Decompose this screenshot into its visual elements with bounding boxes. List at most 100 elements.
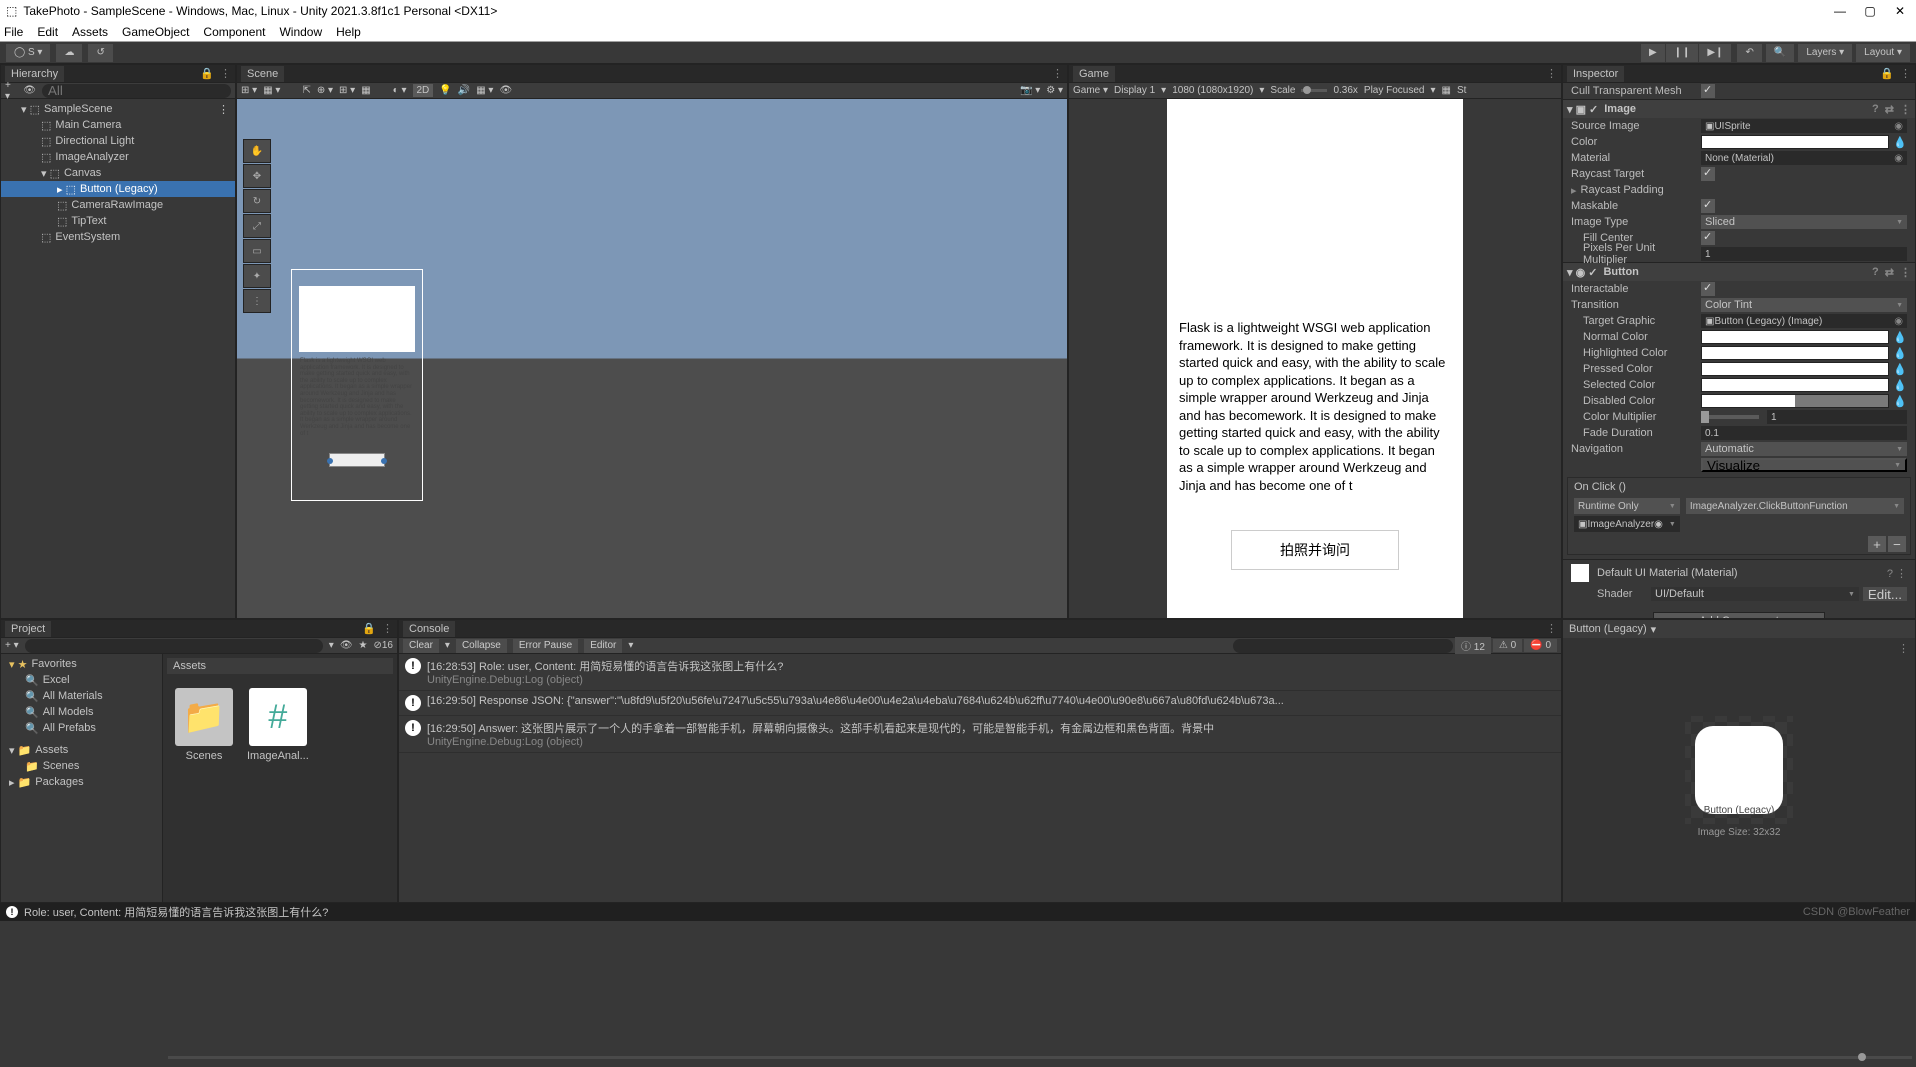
game-button[interactable]: 拍照并询问	[1231, 530, 1399, 570]
hierarchy-item[interactable]: ⬚Main Camera	[1, 117, 235, 133]
button-component-header[interactable]: ▾ ◉ ✓Button?⇄⋮	[1563, 263, 1915, 281]
play-focused[interactable]: Play Focused	[1364, 85, 1425, 96]
scene-tool[interactable]: 🔊	[458, 85, 470, 96]
runtime-dropdown[interactable]: Runtime Only	[1574, 498, 1680, 514]
disabled-color[interactable]	[1701, 394, 1889, 408]
target-graphic-field[interactable]: ▣ Button (Legacy) (Image)	[1701, 314, 1907, 328]
menu-file[interactable]: File	[4, 25, 23, 39]
selected-color[interactable]	[1701, 378, 1889, 392]
inspector-tab[interactable]: Inspector	[1567, 66, 1624, 82]
add-component-button[interactable]: Add Component	[1653, 612, 1825, 618]
color-multiplier-field[interactable]	[1767, 410, 1907, 424]
folder-item[interactable]: 📁 Scenes	[3, 758, 160, 774]
remove-event-button[interactable]: −	[1888, 536, 1906, 552]
help-icon[interactable]: ?	[1872, 103, 1879, 116]
favorite-item[interactable]: 🔍 All Materials	[3, 688, 160, 704]
fillcenter-checkbox[interactable]	[1701, 231, 1715, 245]
preview-header[interactable]: Button (Legacy)	[1563, 620, 1915, 638]
context-icon[interactable]: ⋮	[1898, 642, 1909, 655]
transform-tool[interactable]: ✦	[243, 264, 271, 288]
collapse-button[interactable]: Collapse	[456, 639, 507, 653]
help-icon[interactable]: ?	[1872, 266, 1879, 279]
game-tool[interactable]: ▦	[1442, 85, 1451, 96]
eyedropper-icon[interactable]: 💧	[1893, 331, 1907, 344]
info-count[interactable]: ⓘ 12	[1455, 637, 1491, 654]
menu-edit[interactable]: Edit	[37, 25, 58, 39]
2d-toggle[interactable]: 2D	[413, 84, 434, 97]
assets-folder[interactable]: ▾ 📁 Assets	[3, 742, 160, 758]
context-icon[interactable]: ⋮	[1900, 266, 1911, 279]
navigation-dropdown[interactable]: Automatic	[1701, 442, 1907, 456]
error-count[interactable]: ⛔ 0	[1524, 639, 1557, 652]
interactable-checkbox[interactable]	[1701, 282, 1715, 296]
gizmos-tool[interactable]: ⚙ ▾	[1046, 85, 1063, 96]
context-icon[interactable]: ⋮	[1546, 67, 1557, 80]
button-gizmo[interactable]	[329, 453, 385, 467]
log-row[interactable]: ![16:29:50] Response JSON: {"answer":"\u…	[399, 691, 1561, 716]
eyedropper-icon[interactable]: 💧	[1893, 379, 1907, 392]
pivot-tool[interactable]: ⊕ ▾	[317, 85, 333, 96]
scale-tool[interactable]: ⤢	[243, 214, 271, 238]
custom-tool[interactable]: ⋮	[243, 289, 271, 313]
search-icon[interactable]: 🔍	[1766, 44, 1794, 62]
menu-gameobject[interactable]: GameObject	[122, 25, 189, 39]
hierarchy-item[interactable]: ⬚CameraRawImage	[1, 197, 235, 213]
transition-dropdown[interactable]: Color Tint	[1701, 298, 1907, 312]
hierarchy-item[interactable]: ⬚EventSystem	[1, 229, 235, 245]
scene-tool[interactable]: ⊞ ▾	[241, 85, 257, 96]
hierarchy-item[interactable]: ⬚Directional Light	[1, 133, 235, 149]
scene-tool[interactable]: 📷 ▾	[1020, 85, 1040, 96]
scene-row[interactable]: ▾ ⬚SampleScene⋮	[1, 101, 235, 117]
scene-tool[interactable]: ▦ ▾	[263, 85, 280, 96]
function-dropdown[interactable]: ImageAnalyzer.ClickButtonFunction	[1686, 498, 1904, 514]
project-tab[interactable]: Project	[5, 621, 51, 637]
menu-window[interactable]: Window	[279, 25, 322, 39]
layers-dropdown[interactable]: Layers ▾	[1798, 44, 1852, 62]
scene-viewport[interactable]: ✋ ✥ ↻ ⤢ ▭ ✦ ⋮ Flask is a lightweight WSG…	[237, 99, 1067, 618]
breadcrumb[interactable]: Assets	[167, 658, 393, 674]
rotate-tool[interactable]: ↻	[243, 189, 271, 213]
add-event-button[interactable]: +	[1868, 536, 1886, 552]
image-component-header[interactable]: ▾ ▣ ✓Image?⇄⋮	[1563, 100, 1915, 118]
menu-help[interactable]: Help	[336, 25, 361, 39]
favorites-header[interactable]: ▾ ★Favorites	[3, 656, 160, 672]
project-search[interactable]	[25, 639, 323, 653]
favorite-item[interactable]: 🔍 Excel	[3, 672, 160, 688]
hand-tool[interactable]: ✋	[243, 139, 271, 163]
context-icon[interactable]: ⋮	[1900, 103, 1911, 116]
maximize-button[interactable]: ▢	[1864, 5, 1876, 17]
lock-icon[interactable]: 🔒	[1880, 67, 1894, 80]
shader-dropdown[interactable]: UI/Default	[1651, 587, 1859, 601]
context-icon[interactable]: ⋮	[1900, 67, 1911, 80]
warn-count[interactable]: ⚠ 0	[1493, 639, 1522, 652]
hierarchy-item[interactable]: ⬚ImageAnalyzer	[1, 149, 235, 165]
game-tool[interactable]: St	[1457, 85, 1466, 96]
scene-tab[interactable]: Scene	[241, 66, 284, 82]
pivot-tool[interactable]: ▦	[361, 85, 370, 96]
context-icon[interactable]: ⋮	[1546, 622, 1557, 635]
cloud-button[interactable]: ☁	[56, 44, 82, 62]
raycast-checkbox[interactable]	[1701, 167, 1715, 181]
ppu-field[interactable]	[1701, 247, 1907, 261]
rect-tool[interactable]: ▭	[243, 239, 271, 263]
normal-color[interactable]	[1701, 330, 1889, 344]
source-image-field[interactable]: ▣ UISprite	[1701, 119, 1907, 133]
cull-checkbox[interactable]	[1701, 84, 1715, 98]
errorpause-button[interactable]: Error Pause	[513, 639, 578, 653]
visualize-button[interactable]: Visualize	[1701, 458, 1907, 472]
maskable-checkbox[interactable]	[1701, 199, 1715, 213]
game-tab[interactable]: Game	[1073, 66, 1115, 82]
filter-icon[interactable]: ★	[359, 640, 368, 651]
step-button[interactable]: ▶❙	[1699, 44, 1731, 62]
image-color-field[interactable]	[1701, 135, 1889, 149]
hierarchy-search[interactable]	[42, 84, 231, 98]
preset-icon[interactable]: ⇄	[1885, 266, 1894, 279]
preset-icon[interactable]: ⇄	[1885, 103, 1894, 116]
eyedropper-icon[interactable]: 💧	[1893, 136, 1907, 149]
close-button[interactable]: ✕	[1894, 5, 1906, 17]
undo-history-button[interactable]: ↺	[88, 44, 112, 62]
pivot-tool[interactable]: ⇱	[302, 85, 310, 96]
material-field[interactable]: None (Material)	[1701, 151, 1907, 165]
edit-shader-button[interactable]: Edit...	[1863, 587, 1907, 601]
eyedropper-icon[interactable]: 💧	[1893, 363, 1907, 376]
